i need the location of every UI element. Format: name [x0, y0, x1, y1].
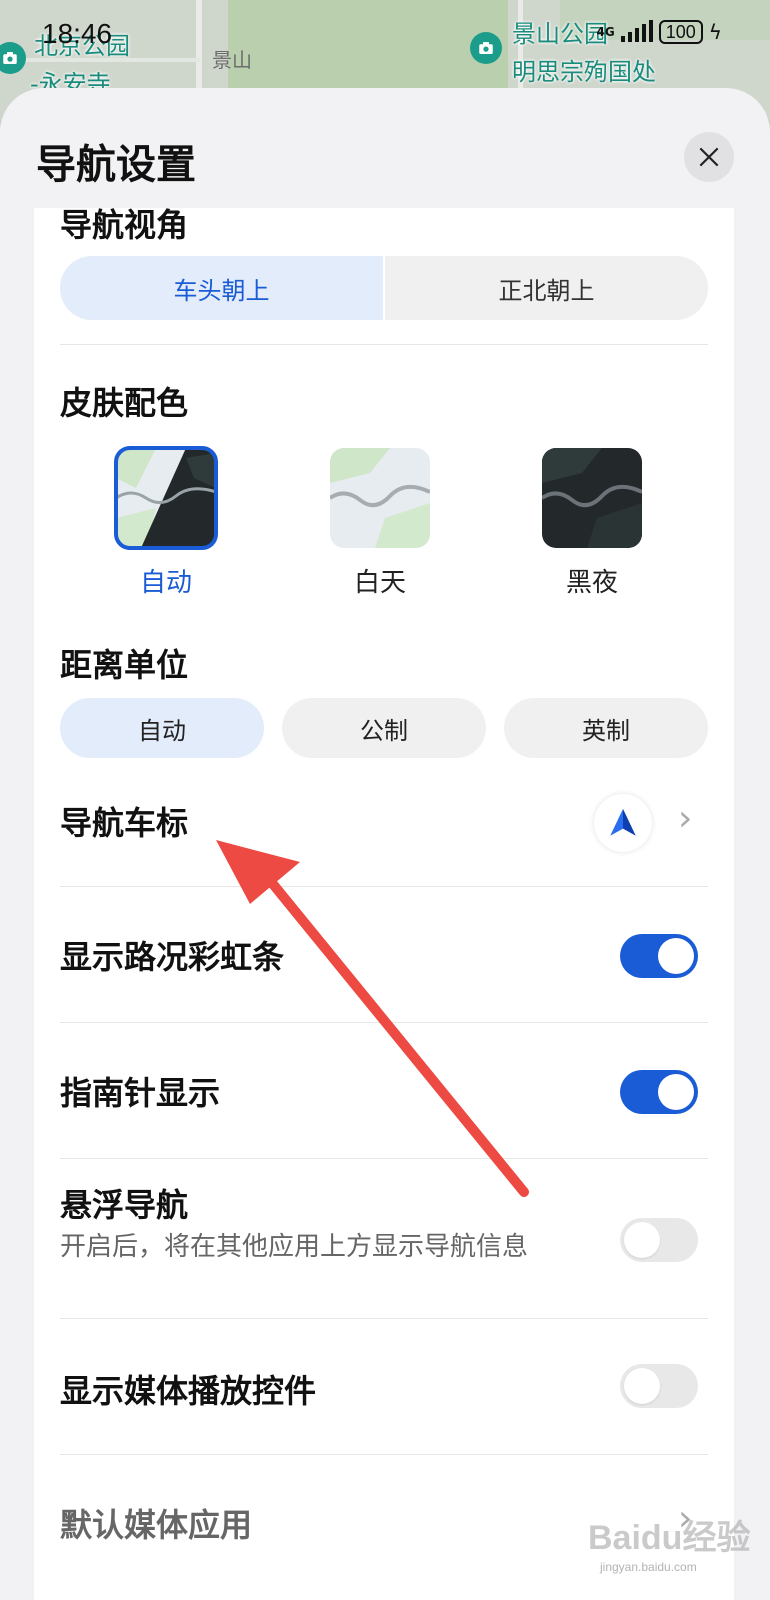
skin-auto-thumbnail [114, 446, 218, 550]
skin-night-thumbnail [542, 448, 642, 548]
nav-arrow-icon [594, 794, 652, 852]
car-icon-label: 导航车标 [60, 804, 189, 842]
divider [60, 886, 708, 887]
toggle-knob [624, 1368, 660, 1404]
charging-icon: ϟ [708, 20, 722, 44]
distance-unit-imperial[interactable]: 英制 [504, 698, 708, 758]
nav-view-option-north-up[interactable]: 正北朝上 [385, 256, 708, 320]
distance-unit-auto[interactable]: 自动 [60, 698, 264, 758]
map-road-label: 景山 [212, 48, 252, 72]
distance-unit-options: 自动 公制 英制 [60, 698, 708, 758]
compass-toggle[interactable] [620, 1070, 698, 1114]
distance-unit-metric[interactable]: 公制 [282, 698, 486, 758]
default-media-app-label: 默认媒体应用 [60, 1506, 253, 1544]
skin-option-night[interactable]: 黑夜 [542, 448, 642, 599]
signal-icon [620, 20, 653, 42]
network-type-label: 4G [596, 25, 615, 39]
page-title: 导航设置 [36, 142, 196, 188]
floating-nav-toggle[interactable] [620, 1218, 698, 1262]
divider [60, 1318, 708, 1319]
divider [60, 1454, 708, 1455]
traffic-rainbow-label: 显示路况彩虹条 [60, 938, 285, 976]
nav-settings-sheet: 导航设置 导航视角 车头朝上 正北朝上 皮肤配色 自动 白天 黑夜 距离单位 自… [0, 88, 770, 1600]
settings-card: 导航视角 车头朝上 正北朝上 皮肤配色 自动 白天 黑夜 距离单位 自动 公制 … [34, 208, 734, 1600]
battery-icon: 100 [658, 20, 703, 44]
media-controls-label: 显示媒体播放控件 [60, 1372, 317, 1410]
divider [60, 344, 708, 345]
skin-option-auto[interactable]: 自动 [114, 446, 218, 599]
nav-view-title: 导航视角 [60, 208, 189, 244]
traffic-rainbow-toggle[interactable] [620, 934, 698, 978]
skin-label: 黑夜 [565, 568, 618, 598]
skin-day-thumbnail [330, 448, 430, 548]
watermark-url: jingyan.baidu.com [600, 1560, 697, 1574]
close-button[interactable] [684, 132, 734, 182]
floating-nav-label: 悬浮导航 [60, 1186, 189, 1224]
divider [60, 1022, 708, 1023]
compass-label: 指南针显示 [60, 1074, 221, 1112]
skin-color-title: 皮肤配色 [60, 384, 189, 422]
skin-label: 自动 [139, 568, 192, 598]
toggle-knob [624, 1222, 660, 1258]
skin-label: 白天 [353, 568, 406, 598]
camera-poi-icon[interactable] [470, 32, 502, 64]
status-time: 18:46 [42, 18, 113, 49]
skin-option-day[interactable]: 白天 [330, 448, 430, 599]
map-poi-label[interactable]: 明思宗殉国处 [512, 52, 656, 87]
close-icon [699, 147, 719, 167]
nav-view-segmented-control: 车头朝上 正北朝上 [60, 256, 708, 320]
floating-nav-description: 开启后，将在其他应用上方显示导航信息 [60, 1232, 529, 1262]
divider [60, 1158, 708, 1159]
toggle-knob [658, 1074, 694, 1110]
chevron-right-icon: › [678, 798, 693, 839]
status-icons: 4G 100 ϟ [597, 20, 722, 44]
camera-poi-icon[interactable] [0, 42, 26, 74]
media-controls-toggle[interactable] [620, 1364, 698, 1408]
skin-options: 自动 白天 黑夜 [60, 446, 708, 599]
map-poi-label[interactable]: 景山公园 [512, 14, 608, 49]
watermark-logo: Baidu经验 [588, 1519, 751, 1557]
toggle-knob [658, 938, 694, 974]
distance-unit-title: 距离单位 [60, 646, 189, 684]
nav-view-option-heading-up[interactable]: 车头朝上 [60, 256, 383, 320]
